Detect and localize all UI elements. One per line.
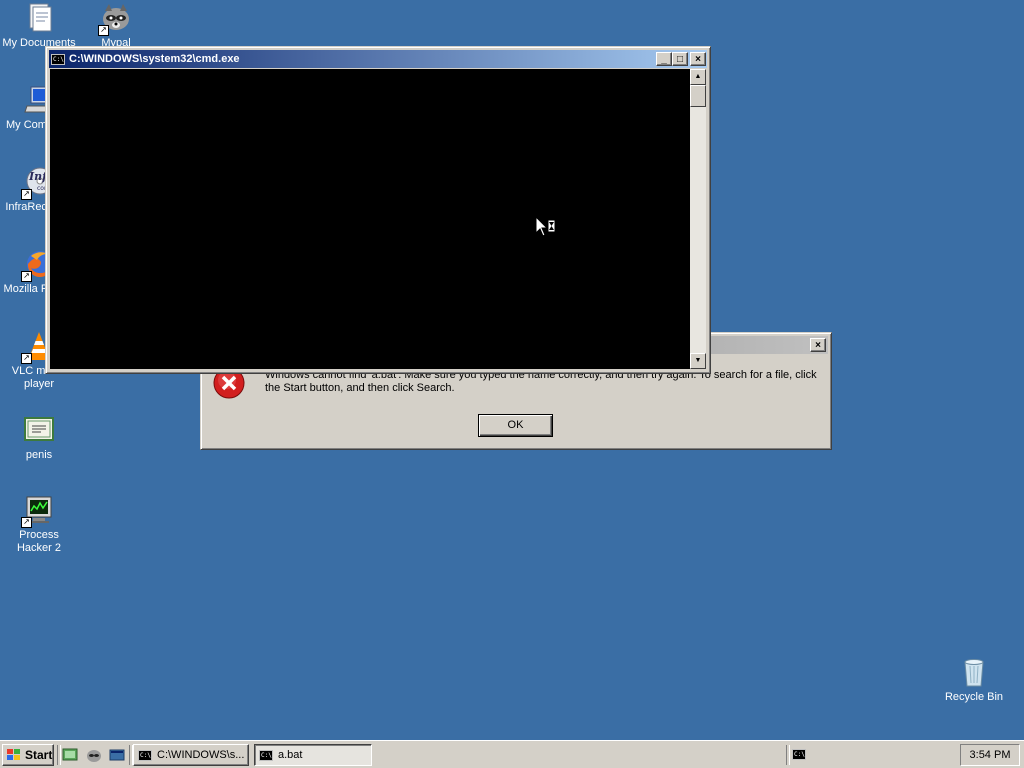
desktop-icon-recycle-bin[interactable]: Recycle Bin <box>935 656 1013 704</box>
shortcut-arrow-icon: ↗ <box>21 189 32 200</box>
minimize-icon: _ <box>661 54 667 65</box>
cmd-icon[interactable]: C:\ <box>51 53 65 65</box>
shortcut-arrow-icon: ↗ <box>98 25 109 36</box>
documents-icon <box>23 2 55 34</box>
cmd-window-title: C:\WINDOWS\system32\cmd.exe <box>69 53 240 65</box>
cmd-icon: C:\ <box>138 749 152 761</box>
desktop-icon-my-documents[interactable]: My Documents <box>0 2 78 50</box>
desktop: My Documents ↗ Mypal My Computer Infcord… <box>0 0 1024 740</box>
cmd-titlebar[interactable]: C:\ C:\WINDOWS\system32\cmd.exe _ □ × <box>49 50 707 68</box>
taskbar-button-a-bat[interactable]: C:\ a.bat <box>254 744 372 766</box>
desktop-icon-label: Process Hacker 2 <box>16 529 62 554</box>
start-label: Start <box>25 748 53 762</box>
taskbar-button-label: C:\WINDOWS\s... <box>157 749 245 761</box>
close-button[interactable]: × <box>690 52 706 66</box>
start-button[interactable]: Start <box>2 744 54 766</box>
cmd-window: C:\ C:\WINDOWS\system32\cmd.exe _ □ × ▲ … <box>45 46 711 374</box>
scroll-up-arrow-icon: ▲ <box>694 73 702 80</box>
desktop-icon-label: penis <box>25 449 53 461</box>
taskbar-separator <box>57 745 61 765</box>
maximize-icon: □ <box>676 54 684 65</box>
close-icon: × <box>695 54 701 65</box>
mypal-raccoon-icon: ↗ <box>98 2 132 36</box>
scroll-down-arrow-icon: ▼ <box>694 357 702 364</box>
close-button[interactable]: × <box>810 338 826 352</box>
process-hacker-icon: ↗ <box>21 494 55 528</box>
vertical-scrollbar[interactable]: ▲ ▼ <box>690 69 706 369</box>
maximize-button[interactable]: □ <box>672 52 688 66</box>
scroll-thumb[interactable] <box>690 85 706 107</box>
quicklaunch-desktop-icon[interactable] <box>62 747 78 763</box>
tray-cmd-icon[interactable]: C:\ <box>792 749 806 760</box>
shortcut-arrow-icon: ↗ <box>21 353 32 364</box>
quicklaunch-show-desktop-icon[interactable] <box>109 747 125 763</box>
shortcut-arrow-icon: ↗ <box>21 271 32 282</box>
desktop-icon-penis[interactable]: penis <box>0 414 78 462</box>
ok-button[interactable]: OK <box>478 414 553 437</box>
shortcut-arrow-icon: ↗ <box>21 517 32 528</box>
taskbar-separator <box>786 745 790 765</box>
console-output[interactable] <box>50 69 690 369</box>
scroll-up-button[interactable]: ▲ <box>690 69 706 85</box>
quicklaunch-mypal-icon[interactable] <box>86 747 102 763</box>
desktop-icon-label: Recycle Bin <box>944 691 1004 703</box>
cmd-icon: C:\ <box>259 749 273 761</box>
taskbar-button-cmd[interactable]: C:\ C:\WINDOWS\s... <box>133 744 249 766</box>
busy-cursor-icon <box>535 215 559 240</box>
taskbar-button-label: a.bat <box>278 749 303 761</box>
scroll-down-button[interactable]: ▼ <box>690 353 706 369</box>
certificate-icon <box>23 414 55 446</box>
desktop-icon-mypal[interactable]: ↗ Mypal <box>77 2 155 50</box>
taskbar: Start C:\ C:\WINDOWS\s... C:\ a.bat C:\ … <box>0 740 1024 768</box>
desktop-icon-process-hacker[interactable]: ↗ Process Hacker 2 <box>0 494 78 555</box>
minimize-button[interactable]: _ <box>656 52 672 66</box>
system-clock[interactable]: 3:54 PM <box>960 744 1020 766</box>
close-icon: × <box>815 340 821 351</box>
recycle-bin-icon <box>958 656 990 688</box>
windows-logo-icon <box>6 748 22 762</box>
